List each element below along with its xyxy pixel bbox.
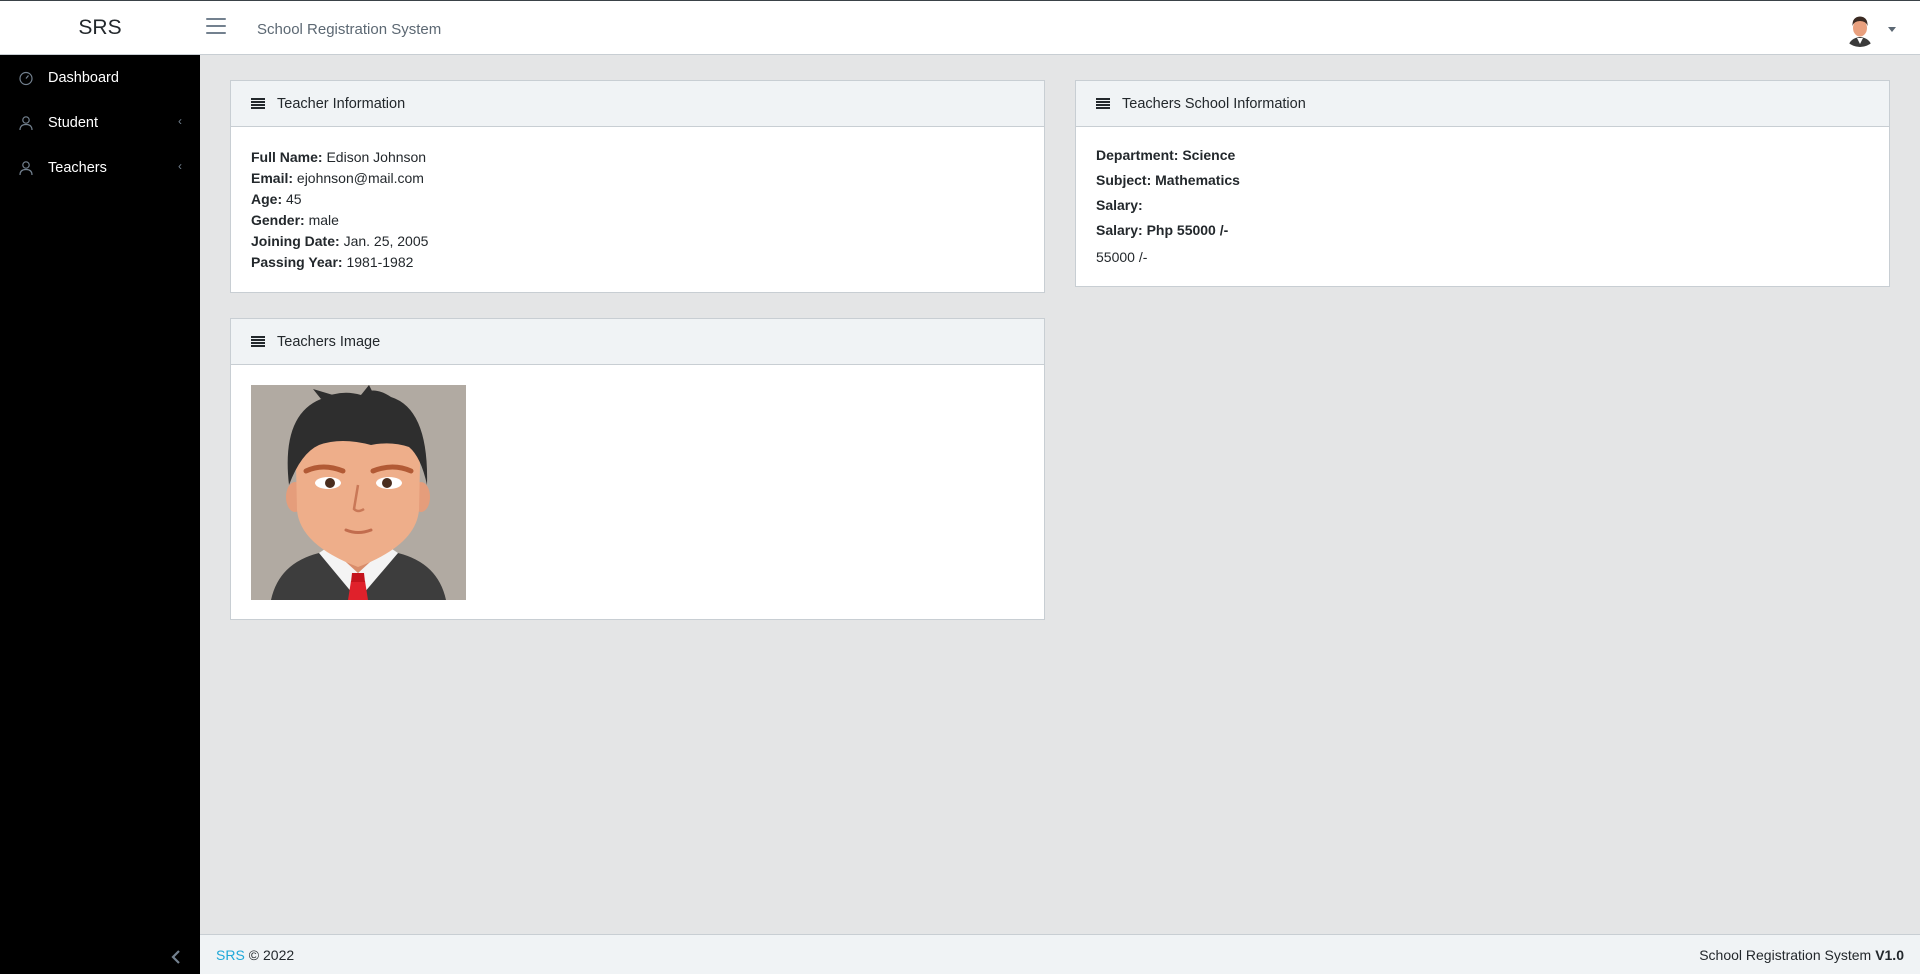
card-title: Teachers Image (277, 333, 381, 350)
top-navbar: SRS School Registration System (0, 0, 1920, 55)
teacher-image-body (231, 365, 1044, 620)
chevron-left-icon[interactable] (170, 950, 182, 964)
footer: SRS © 2022 School Registration System V1… (200, 934, 1920, 974)
footer-version: V1.0 (1875, 946, 1904, 963)
sidebar-item-label: Teachers (48, 159, 107, 176)
footer-system-name: School Registration System (1699, 946, 1872, 963)
card-title: Teachers School Information (1122, 95, 1306, 112)
sidebar-item-label: Student (48, 114, 98, 131)
footer-brand-link[interactable]: SRS (216, 947, 245, 963)
hamburger-icon[interactable] (206, 18, 226, 36)
info-full-name: Full Name: Edison Johnson (251, 149, 427, 165)
card-header: Teacher Information (231, 81, 1044, 127)
sidebar-item-teachers[interactable]: Teachers ‹ (0, 145, 200, 190)
school-info-body: Department: Science Subject: Mathematics… (1076, 127, 1889, 291)
list-icon (251, 336, 265, 347)
info-passing-year: Passing Year: 1981-1982 (251, 254, 414, 270)
footer-copyright: © 2022 (248, 946, 295, 963)
info-salary-php: Salary: Php 55000 /- (1096, 222, 1229, 238)
info-salary: Salary: (1096, 197, 1143, 213)
speedometer-icon (18, 70, 34, 86)
card-header: Teachers Image (231, 319, 1044, 365)
user-menu[interactable] (1842, 9, 1896, 49)
teacher-info-body: Full Name: Edison Johnson Email: ejohnso… (231, 127, 1044, 293)
brand-logo[interactable]: SRS (0, 1, 200, 55)
info-email: Email: ejohnson@mail.com (251, 170, 424, 186)
main-content: Teacher Information Full Name: Edison Jo… (200, 55, 1920, 934)
chevron-left-icon: ‹ (178, 114, 182, 128)
teacher-info-card: Teacher Information Full Name: Edison Jo… (230, 80, 1045, 293)
teacher-image-card: Teachers Image (230, 318, 1045, 620)
info-subject: Subject: Mathematics (1096, 172, 1240, 188)
info-gender: Gender: male (251, 212, 339, 228)
sidebar-item-dashboard[interactable]: Dashboard (0, 55, 200, 100)
school-info-card: Teachers School Information Department: … (1075, 80, 1890, 287)
chevron-down-icon[interactable] (1888, 26, 1896, 32)
user-icon (18, 160, 34, 176)
list-icon (1096, 98, 1110, 109)
info-joining-date: Joining Date: Jan. 25, 2005 (251, 233, 429, 249)
sidebar-item-label: Dashboard (48, 69, 119, 86)
list-icon (251, 98, 265, 109)
avatar[interactable] (1842, 11, 1878, 47)
sidebar: Dashboard Student ‹ Teachers ‹ (0, 55, 200, 974)
info-age: Age: 45 (251, 191, 302, 207)
card-header: Teachers School Information (1076, 81, 1889, 127)
teacher-photo (251, 385, 466, 600)
user-icon (18, 115, 34, 131)
info-department: Department: Science (1096, 147, 1236, 163)
card-title: Teacher Information (277, 95, 406, 112)
info-salary-plain: 55000 /- (1096, 249, 1148, 265)
sidebar-minimize-button[interactable] (0, 942, 200, 974)
sidebar-item-student[interactable]: Student ‹ (0, 100, 200, 145)
chevron-left-icon: ‹ (178, 159, 182, 173)
app-title: School Registration System (257, 21, 442, 38)
